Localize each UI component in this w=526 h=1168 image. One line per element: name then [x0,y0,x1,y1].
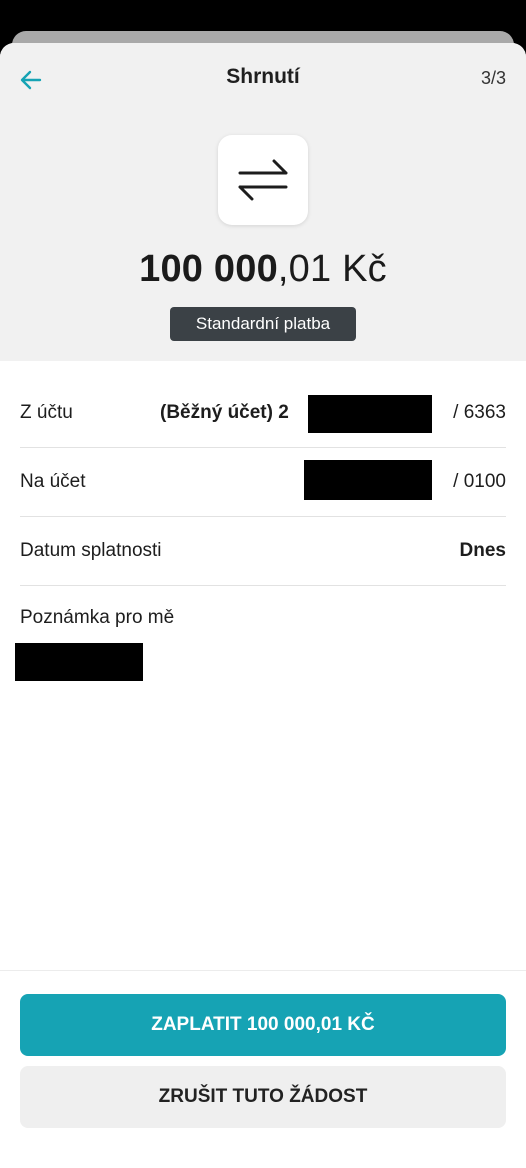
from-account-bank-code: / 6363 [453,402,506,423]
amount-decimal: ,01 [277,248,332,290]
summary-header-area: Shrnutí 3/3 100 000,01 Kč Standardní pla… [0,43,526,361]
from-account-row: Z účtu (Běžný účet) 2 / 6363 [20,379,506,448]
due-date-value: Dnes [459,540,506,561]
amount-currency: Kč [342,248,387,290]
cancel-request-button[interactable]: ZRUŠIT TUTO ŽÁDOST [20,1066,506,1128]
from-account-label: Z účtu [20,402,73,423]
payment-type-badge: Standardní platba [170,307,356,341]
to-account-label: Na účet [20,471,86,492]
from-account-name: (Běžný účet) 2 [160,402,289,423]
to-account-bank-code: / 0100 [453,471,506,492]
step-indicator: 3/3 [480,68,506,88]
amount-integer: 100 000 [139,248,278,290]
redacted-account-number [308,395,432,433]
footer-divider [0,970,526,971]
redacted-note [15,643,143,681]
payment-summary-sheet: Shrnutí 3/3 100 000,01 Kč Standardní pla… [0,43,526,1168]
due-date-row: Datum splatnosti Dnes [20,517,506,586]
transfer-icon-tile [218,135,308,225]
redacted-account-number [304,460,432,500]
due-date-label: Datum splatnosti [20,540,162,561]
payment-amount: 100 000,01 Kč [0,248,526,291]
transfer-arrows-icon [238,159,288,201]
note-label: Poznámka pro mě [20,607,175,628]
page-title: Shrnutí [226,65,300,88]
pay-button[interactable]: ZAPLATIT 100 000,01 KČ [20,994,506,1056]
to-account-row: Na účet / 0100 [20,448,506,517]
